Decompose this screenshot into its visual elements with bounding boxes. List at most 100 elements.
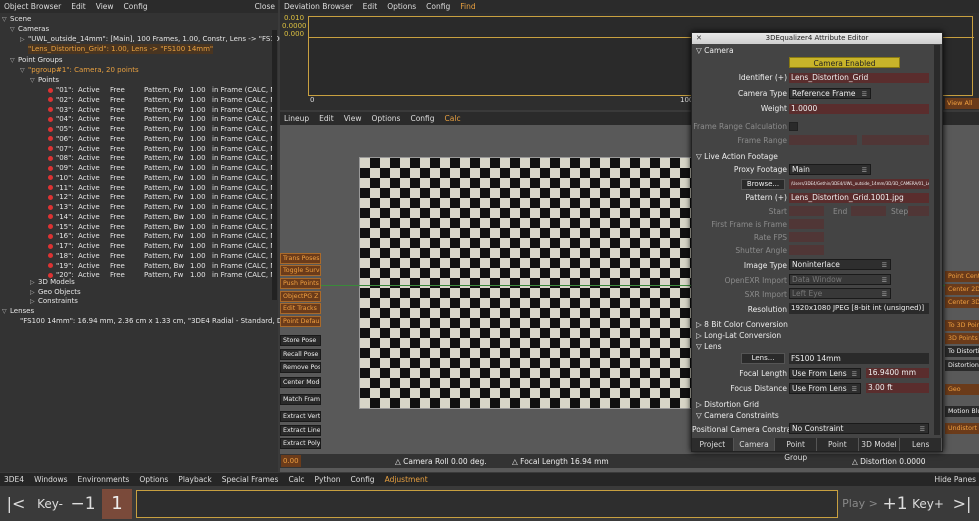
point-row[interactable]: "04": Active Free Pattern, Fw 1.00 in Frame (… [48, 114, 276, 124]
focus-distance-field[interactable]: 3.00 ft [866, 383, 929, 393]
menu-view[interactable]: View [96, 2, 114, 11]
lineup-right-button-center-3d[interactable]: Center 3D [945, 297, 979, 308]
hide-panes-button[interactable]: Hide Panes [934, 475, 979, 484]
tree-node-point-groups[interactable]: ▽ Point Groups [10, 55, 63, 65]
expand-icon[interactable]: ▷ [30, 298, 38, 305]
point-row[interactable]: "19": Active Free Pattern, Bw 1.00 in Frame (… [48, 261, 276, 271]
tree-node-cameras[interactable]: ▽ Cameras [10, 24, 49, 34]
frame-range-end-field[interactable] [862, 135, 929, 145]
lineup-button-trans-poses[interactable]: Trans Poses [280, 253, 321, 264]
longlat-section-header[interactable]: ▷ Long-Lat Conversion [696, 331, 781, 340]
point-row[interactable]: "10": Active Free Pattern, Fw 1.00 in Frame (… [48, 173, 276, 183]
tree-node-3d-models[interactable]: ▷ 3D Models [30, 277, 75, 287]
point-row[interactable]: "03": Active Free Pattern, Fw 1.00 in Frame (… [48, 105, 276, 115]
rate-fps-field[interactable] [789, 232, 824, 242]
lineup-button-point-defaults[interactable]: Point Defaults [280, 316, 321, 327]
lineup-button-remove-pose[interactable]: Remove Pose [280, 362, 321, 373]
menu-edit[interactable]: Edit [71, 2, 86, 11]
tab-point[interactable]: Point [817, 438, 859, 451]
attribute-editor-scrollbar[interactable] [934, 45, 940, 435]
key-minus-button[interactable]: Key- [33, 490, 67, 518]
tree-node-pgroup[interactable]: ▽ "pgroup#1": Camera, 20 points [20, 65, 139, 75]
point-row[interactable]: "15": Active Free Pattern, Bw 1.00 in Frame (… [48, 222, 276, 232]
menu-config-main[interactable]: Config [351, 475, 375, 484]
point-row[interactable]: "06": Active Free Pattern, Fw 1.00 in Frame (… [48, 134, 276, 144]
first-frame-button[interactable]: |< [2, 490, 30, 518]
tab-camera[interactable]: Camera [733, 438, 776, 451]
point-row[interactable]: "11": Active Free Pattern, Fw 1.00 in Frame (… [48, 183, 276, 193]
identifier-field[interactable]: Lens_Distortion_Grid [789, 73, 929, 83]
camera-section-header[interactable]: ▽ Camera [696, 46, 734, 55]
lineup-button-recall-pose[interactable]: Recall Pose [280, 349, 321, 360]
lineup-right-button-point-center[interactable]: Point Center [945, 271, 979, 282]
minus-one-button[interactable]: −1 [68, 490, 98, 518]
menu-adjustment[interactable]: Adjustment [385, 475, 428, 484]
focus-distance-mode-dropdown[interactable]: Use From Lens ☰ [789, 383, 861, 394]
point-row[interactable]: "07": Active Free Pattern, Fw 1.00 in Frame (… [48, 144, 276, 154]
lineup-button-match-frame[interactable]: Match Frame [280, 394, 321, 405]
dev-menu-config[interactable]: Config [426, 2, 450, 11]
calc-button[interactable]: Calc [445, 114, 461, 123]
point-row[interactable]: "01": Active Free Pattern, Fw 1.00 in Frame (… [48, 85, 276, 95]
menu-playback[interactable]: Playback [178, 475, 211, 484]
close-icon[interactable]: ✕ [696, 33, 702, 44]
lens-section-header[interactable]: ▽ Lens [696, 342, 721, 351]
camera-type-dropdown[interactable]: Reference Frame ☰ [789, 88, 871, 99]
lineup-button-store-pose[interactable]: Store Pose [280, 335, 321, 346]
expand-icon[interactable]: ▽ [2, 16, 10, 23]
pattern-field[interactable]: Lens_Distortion_Grid.1001.jpg [789, 193, 929, 203]
lineup-menu-config[interactable]: Config [410, 114, 434, 123]
lineup-button-extract-line[interactable]: Extract Line [280, 425, 321, 436]
point-row[interactable]: "18": Active Free Pattern, Fw 1.00 in Frame (… [48, 251, 276, 261]
tree-node-lenses[interactable]: ▽ Lenses [2, 306, 34, 316]
plus-one-button[interactable]: +1 [880, 490, 910, 518]
tab-project[interactable]: Project [692, 438, 734, 451]
footage-path-field[interactable]: /Users/3DE4/Gethin/3DE4/UWL_outside_14mm… [789, 179, 929, 189]
lineup-menu-view[interactable]: View [344, 114, 362, 123]
close-button[interactable]: Close [255, 2, 278, 11]
play-button[interactable]: Play > [842, 490, 878, 518]
first-frame-field[interactable] [789, 219, 824, 229]
expand-icon[interactable]: ▷ [20, 36, 28, 43]
lineup-right-button-to-distortion[interactable]: To Distortion [945, 346, 979, 357]
attribute-editor-titlebar[interactable]: ✕ 3DEqualizer4 Attribute Editor [692, 33, 942, 44]
point-row[interactable]: "02": Active Free Pattern, Fw 1.00 in Frame (… [48, 95, 276, 105]
expand-icon[interactable]: ▽ [10, 57, 18, 64]
focal-length-field[interactable]: 16.9400 mm [866, 368, 929, 378]
view-all-button[interactable]: View All [945, 98, 979, 109]
lineup-menu-options[interactable]: Options [372, 114, 401, 123]
lens-button[interactable]: Lens... [741, 353, 785, 364]
point-row[interactable]: "05": Active Free Pattern, Fw 1.00 in Frame (… [48, 124, 276, 134]
browse-button[interactable]: Browse... [741, 179, 785, 190]
key-plus-button[interactable]: Key+ [911, 490, 945, 518]
proxy-dropdown[interactable]: Main ☰ [789, 164, 871, 175]
lineup-right-button-to-3d-points[interactable]: To 3D Points [945, 320, 979, 331]
start-field[interactable] [789, 206, 824, 216]
point-row[interactable]: "13": Active Free Pattern, Fw 1.00 in Frame (… [48, 202, 276, 212]
lineup-button-extract-polygon[interactable]: Extract Polygon [280, 438, 321, 449]
point-row[interactable]: "12": Active Free Pattern, Fw 1.00 in Frame (… [48, 192, 276, 202]
positional-constraint-dropdown[interactable]: No Constraint ☰ [789, 423, 929, 434]
tree-node-constraints[interactable]: ▷ Constraints [30, 296, 78, 306]
end-field[interactable] [851, 206, 886, 216]
weight-field[interactable]: 1.0000 [789, 104, 929, 114]
point-row[interactable]: "17": Active Free Pattern, Fw 1.00 in Frame (… [48, 241, 276, 251]
find-button[interactable]: Find [460, 2, 475, 11]
menu-3de4[interactable]: 3DE4 [4, 475, 24, 484]
distortion-grid-section-header[interactable]: ▷ Distortion Grid [696, 400, 759, 409]
tab-point-group[interactable]: Point Group [775, 438, 818, 462]
dev-menu-edit[interactable]: Edit [363, 2, 378, 11]
frame-range-start-field[interactable] [789, 135, 857, 145]
menu-special-frames[interactable]: Special Frames [222, 475, 279, 484]
point-row[interactable]: "20": Active Free Pattern, Fw 1.00 in Frame (… [48, 270, 276, 280]
timeline-scrubber[interactable] [136, 490, 838, 518]
menu-options[interactable]: Options [139, 475, 168, 484]
expand-icon[interactable]: ▽ [20, 67, 28, 74]
expand-icon[interactable]: ▽ [30, 77, 38, 84]
point-row[interactable]: "16": Active Free Pattern, Fw 1.00 in Frame (… [48, 231, 276, 241]
lineup-right-button-geo[interactable]: Geo [945, 384, 979, 395]
shutter-angle-field[interactable] [789, 245, 824, 255]
lineup-button-extract-vertex[interactable]: Extract Vertex [280, 411, 321, 422]
lineup-right-button-center-2d[interactable]: Center 2D [945, 284, 979, 295]
expand-icon[interactable]: ▷ [30, 289, 38, 296]
